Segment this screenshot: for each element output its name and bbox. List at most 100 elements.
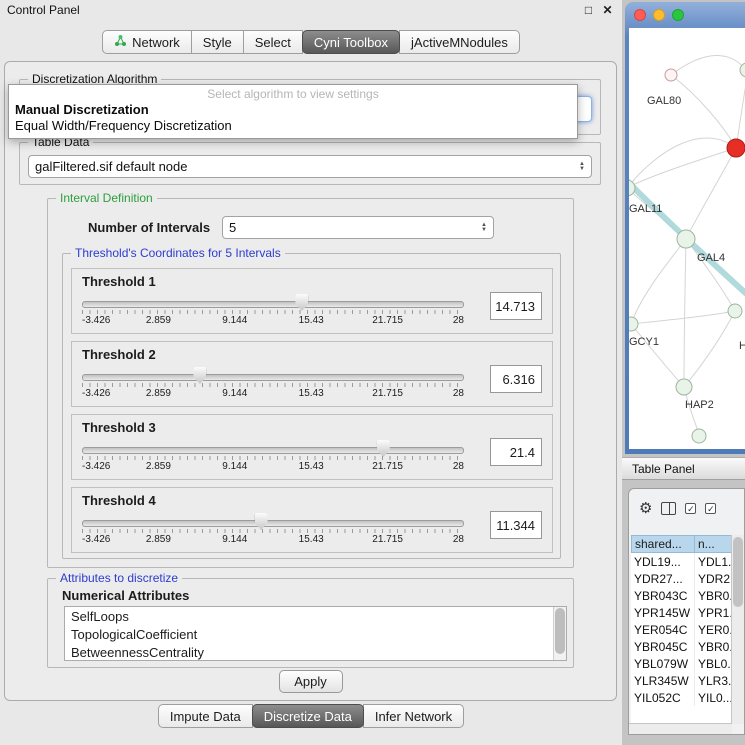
numerical-attributes-list[interactable]: SelfLoopsTopologicalCoefficientBetweenne… bbox=[64, 606, 567, 661]
tab-network[interactable]: Network bbox=[102, 30, 192, 54]
network-node[interactable] bbox=[692, 429, 706, 443]
table-toolbar: ⚙ ✓ ✓ bbox=[629, 489, 744, 527]
table-row[interactable]: YBL079WYBL0... bbox=[631, 655, 732, 672]
table-cell[interactable]: YBL0... bbox=[695, 655, 732, 672]
table-cell[interactable]: YDL19... bbox=[631, 553, 695, 570]
table-cell[interactable]: YBR0... bbox=[695, 587, 732, 604]
slider-thumb[interactable] bbox=[193, 367, 206, 384]
table-cell[interactable]: YLR345W bbox=[631, 672, 695, 689]
tab-label: Select bbox=[255, 35, 291, 50]
tab-discretize-data[interactable]: Discretize Data bbox=[252, 704, 364, 728]
table-cell[interactable]: YPR1... bbox=[695, 604, 732, 621]
tab-infer-network[interactable]: Infer Network bbox=[363, 704, 464, 728]
dropdown-option-manual[interactable]: Manual Discretization bbox=[9, 102, 577, 118]
network-node[interactable] bbox=[629, 180, 635, 196]
zoom-window-button[interactable] bbox=[672, 9, 684, 21]
scale-tick-label: 2.859 bbox=[146, 315, 171, 326]
selected-network-node[interactable] bbox=[727, 139, 745, 157]
column-header[interactable]: shared... bbox=[631, 535, 695, 553]
checkbox-icon[interactable]: ✓ bbox=[705, 503, 716, 514]
attribute-list-item[interactable]: SelfLoops bbox=[65, 608, 553, 626]
close-icon[interactable]: ✕ bbox=[600, 3, 615, 17]
table-row[interactable]: YBR045CYBR0... bbox=[631, 638, 732, 655]
table-cell[interactable]: YPR145W bbox=[631, 604, 695, 621]
table-cell[interactable]: YER0... bbox=[695, 621, 732, 638]
slider-track[interactable] bbox=[82, 301, 464, 308]
dropdown-placeholder-option[interactable]: Select algorithm to view settings bbox=[9, 87, 577, 102]
thresholds-group: Threshold's Coordinates for 5 Intervals … bbox=[62, 253, 561, 559]
slider-thumb[interactable] bbox=[255, 513, 268, 530]
network-node[interactable] bbox=[728, 304, 742, 318]
table-cell[interactable]: YDR2... bbox=[695, 570, 732, 587]
table-data-combobox[interactable]: galFiltered.sif default node ▲▼ bbox=[28, 155, 592, 178]
slider-track[interactable] bbox=[82, 447, 464, 454]
tab-label: Impute Data bbox=[170, 709, 241, 724]
gear-icon[interactable]: ⚙ bbox=[639, 501, 652, 516]
table-cell[interactable]: YIL052C bbox=[631, 689, 695, 706]
tab-jactivemodules[interactable]: jActiveMNodules bbox=[399, 30, 520, 54]
scale-tick-label: 21.715 bbox=[372, 315, 403, 326]
table-cell[interactable]: YIL0... bbox=[695, 689, 732, 706]
network-node[interactable] bbox=[665, 69, 677, 81]
scale-tick-label: 9.144 bbox=[222, 461, 247, 472]
threshold-1-slider[interactable]: -3.4262.8599.14415.4321.71528 bbox=[82, 292, 464, 329]
table-cell[interactable]: YDL1... bbox=[695, 553, 732, 570]
table-cell[interactable]: YBR043C bbox=[631, 587, 695, 604]
table-row[interactable]: YER054CYER0... bbox=[631, 621, 732, 638]
tab-impute-data[interactable]: Impute Data bbox=[158, 704, 253, 728]
columns-icon[interactable] bbox=[661, 502, 676, 515]
tab-cyni-toolbox[interactable]: Cyni Toolbox bbox=[302, 30, 400, 54]
table-cell[interactable]: YBL079W bbox=[631, 655, 695, 672]
scrollbar-thumb[interactable] bbox=[555, 608, 565, 654]
numerical-attributes-label: Numerical Attributes bbox=[62, 588, 189, 603]
apply-button[interactable]: Apply bbox=[279, 670, 343, 693]
scrollbar-thumb[interactable] bbox=[733, 537, 743, 607]
table-row[interactable]: YPR145WYPR1... bbox=[631, 604, 732, 621]
checkbox-icon[interactable]: ✓ bbox=[685, 503, 696, 514]
scale-tick-label: 28 bbox=[453, 388, 464, 399]
threshold-3-slider[interactable]: -3.4262.8599.14415.4321.71528 bbox=[82, 438, 464, 475]
scale-tick-label: -3.426 bbox=[82, 388, 110, 399]
table-cell[interactable]: YLR3... bbox=[695, 672, 732, 689]
table-row[interactable]: YDL19...YDL1... bbox=[631, 553, 732, 570]
network-node[interactable] bbox=[677, 230, 695, 248]
table-horizontal-scrollbar[interactable] bbox=[629, 723, 732, 734]
table-cell[interactable]: YBR0... bbox=[695, 638, 732, 655]
dropdown-option-equal-width[interactable]: Equal Width/Frequency Discretization bbox=[9, 118, 577, 134]
network-node[interactable] bbox=[629, 317, 638, 331]
table-row[interactable]: YDR27...YDR2... bbox=[631, 570, 732, 587]
scale-tick-label: 2.859 bbox=[146, 534, 171, 545]
threshold-value-field[interactable]: 14.713 bbox=[490, 292, 542, 320]
close-window-button[interactable] bbox=[634, 9, 646, 21]
table-row[interactable]: YLR345WYLR3... bbox=[631, 672, 732, 689]
threshold-4-slider[interactable]: -3.4262.8599.14415.4321.71528 bbox=[82, 511, 464, 548]
tab-select[interactable]: Select bbox=[243, 30, 303, 54]
slider-track[interactable] bbox=[82, 520, 464, 527]
float-window-icon[interactable]: □ bbox=[581, 3, 596, 17]
table-row[interactable]: YBR043CYBR0... bbox=[631, 587, 732, 604]
minimize-window-button[interactable] bbox=[653, 9, 665, 21]
slider-thumb[interactable] bbox=[377, 440, 390, 457]
attribute-list-item[interactable]: TopologicalCoefficient bbox=[65, 626, 553, 644]
threshold-value-field[interactable]: 21.4 bbox=[490, 438, 542, 466]
threshold-value-field[interactable]: 11.344 bbox=[490, 511, 542, 539]
tab-style[interactable]: Style bbox=[191, 30, 244, 54]
attribute-list-item[interactable]: BetweennessCentrality bbox=[65, 644, 553, 661]
number-of-intervals-combobox[interactable]: 5 ▲▼ bbox=[222, 216, 494, 239]
threshold-2-slider[interactable]: -3.4262.8599.14415.4321.71528 bbox=[82, 365, 464, 402]
table-cell[interactable]: YER054C bbox=[631, 621, 695, 638]
network-node[interactable] bbox=[676, 379, 692, 395]
slider-track[interactable] bbox=[82, 374, 464, 381]
column-header[interactable]: n... bbox=[694, 535, 732, 553]
list-scrollbar[interactable] bbox=[553, 607, 566, 660]
slider-ticks bbox=[82, 456, 464, 460]
network-canvas[interactable]: GAL80 GAL11 GAL4 GCY1 HAP2 H bbox=[629, 28, 745, 449]
scale-tick-label: 15.43 bbox=[299, 388, 324, 399]
slider-thumb[interactable] bbox=[295, 294, 308, 311]
scale-tick-label: 2.859 bbox=[146, 388, 171, 399]
table-row[interactable]: YIL052CYIL0... bbox=[631, 689, 732, 706]
table-vertical-scrollbar[interactable] bbox=[731, 535, 744, 724]
table-cell[interactable]: YDR27... bbox=[631, 570, 695, 587]
threshold-value-field[interactable]: 6.316 bbox=[490, 365, 542, 393]
table-cell[interactable]: YBR045C bbox=[631, 638, 695, 655]
